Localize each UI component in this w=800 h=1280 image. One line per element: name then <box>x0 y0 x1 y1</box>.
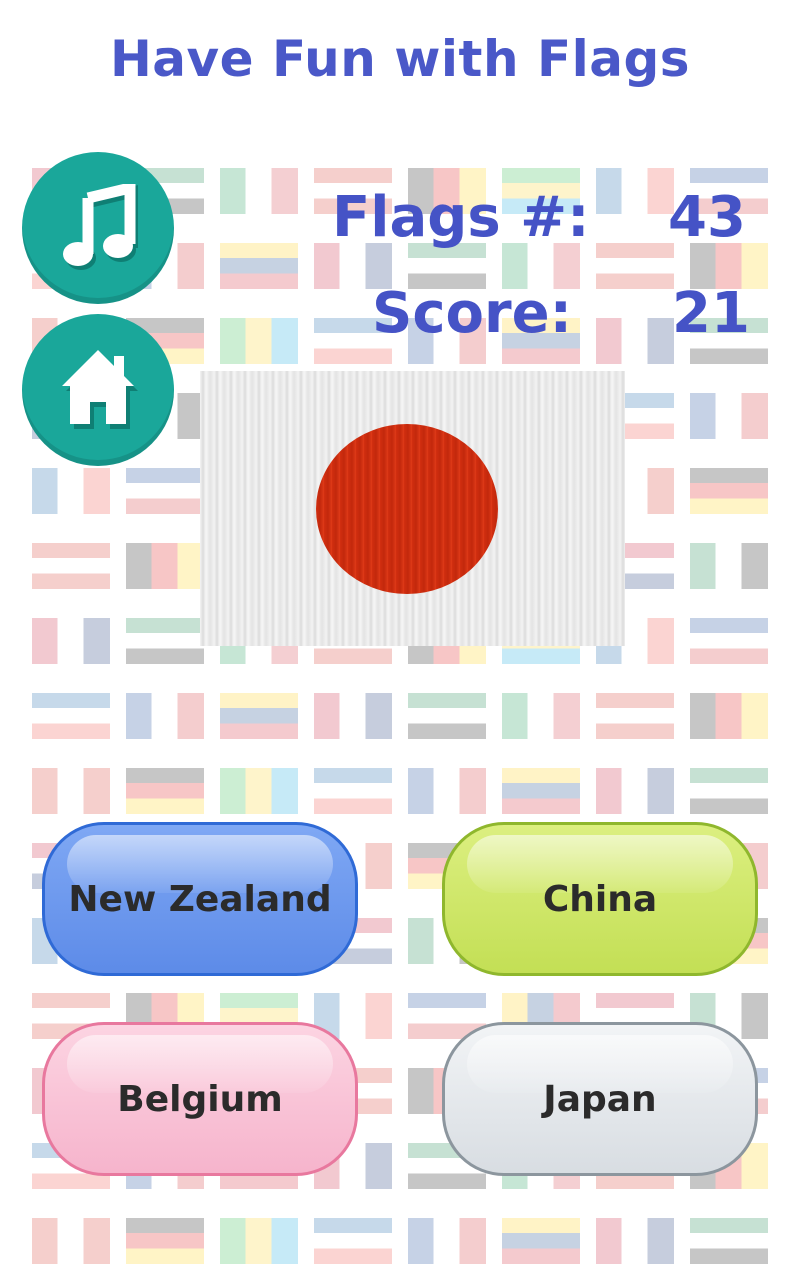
background-flag <box>690 1218 768 1264</box>
flags-count-label: Flags #: <box>332 185 590 250</box>
background-flag <box>596 768 674 814</box>
background-flag <box>690 393 768 439</box>
background-flag <box>690 618 768 664</box>
background-flag <box>126 468 204 514</box>
music-button[interactable] <box>22 152 174 304</box>
background-flag <box>502 1218 580 1264</box>
background-flag <box>314 1218 392 1264</box>
background-flag <box>596 168 674 214</box>
background-flag <box>690 543 768 589</box>
flag-red-disc <box>316 424 498 594</box>
background-flag <box>220 318 298 364</box>
background-flag <box>32 618 110 664</box>
background-flag <box>690 468 768 514</box>
background-flag <box>596 693 674 739</box>
background-flag <box>408 693 486 739</box>
answer-button-3[interactable]: Belgium <box>42 1022 358 1176</box>
background-flag <box>126 1218 204 1264</box>
background-flag <box>32 768 110 814</box>
answer-label-4: Japan <box>543 1078 657 1120</box>
background-flag <box>220 768 298 814</box>
background-flag <box>126 693 204 739</box>
answer-label-1: New Zealand <box>68 878 332 920</box>
background-flag <box>690 768 768 814</box>
background-flag <box>408 1218 486 1264</box>
background-flag <box>314 693 392 739</box>
answer-label-3: Belgium <box>117 1078 283 1120</box>
background-flag <box>220 1218 298 1264</box>
background-flag <box>408 768 486 814</box>
background-flag <box>596 1218 674 1264</box>
background-flag <box>220 243 298 289</box>
background-flag <box>32 1218 110 1264</box>
answer-button-4[interactable]: Japan <box>442 1022 758 1176</box>
background-flag <box>220 168 298 214</box>
home-icon <box>62 350 138 429</box>
score-label: Score: <box>372 281 572 346</box>
background-flag <box>596 243 674 289</box>
background-flag <box>32 543 110 589</box>
background-flag <box>32 693 110 739</box>
app-title: Have Fun with Flags <box>109 30 691 88</box>
background-flag <box>314 768 392 814</box>
answer-label-2: China <box>542 878 658 920</box>
background-flag <box>126 543 204 589</box>
score-value: 21 <box>672 281 750 346</box>
background-flag <box>502 693 580 739</box>
background-flag <box>502 768 580 814</box>
home-button[interactable] <box>22 314 174 466</box>
background-flag <box>126 768 204 814</box>
background-flag <box>596 318 674 364</box>
answer-button-1[interactable]: New Zealand <box>42 822 358 976</box>
answer-button-2[interactable]: China <box>442 822 758 976</box>
flags-count-value: 43 <box>668 185 746 250</box>
question-flag-image <box>200 371 625 646</box>
background-flag <box>220 693 298 739</box>
background-flag <box>126 618 204 664</box>
background-flag <box>690 693 768 739</box>
background-flag <box>32 468 110 514</box>
music-note-icon <box>63 184 138 270</box>
